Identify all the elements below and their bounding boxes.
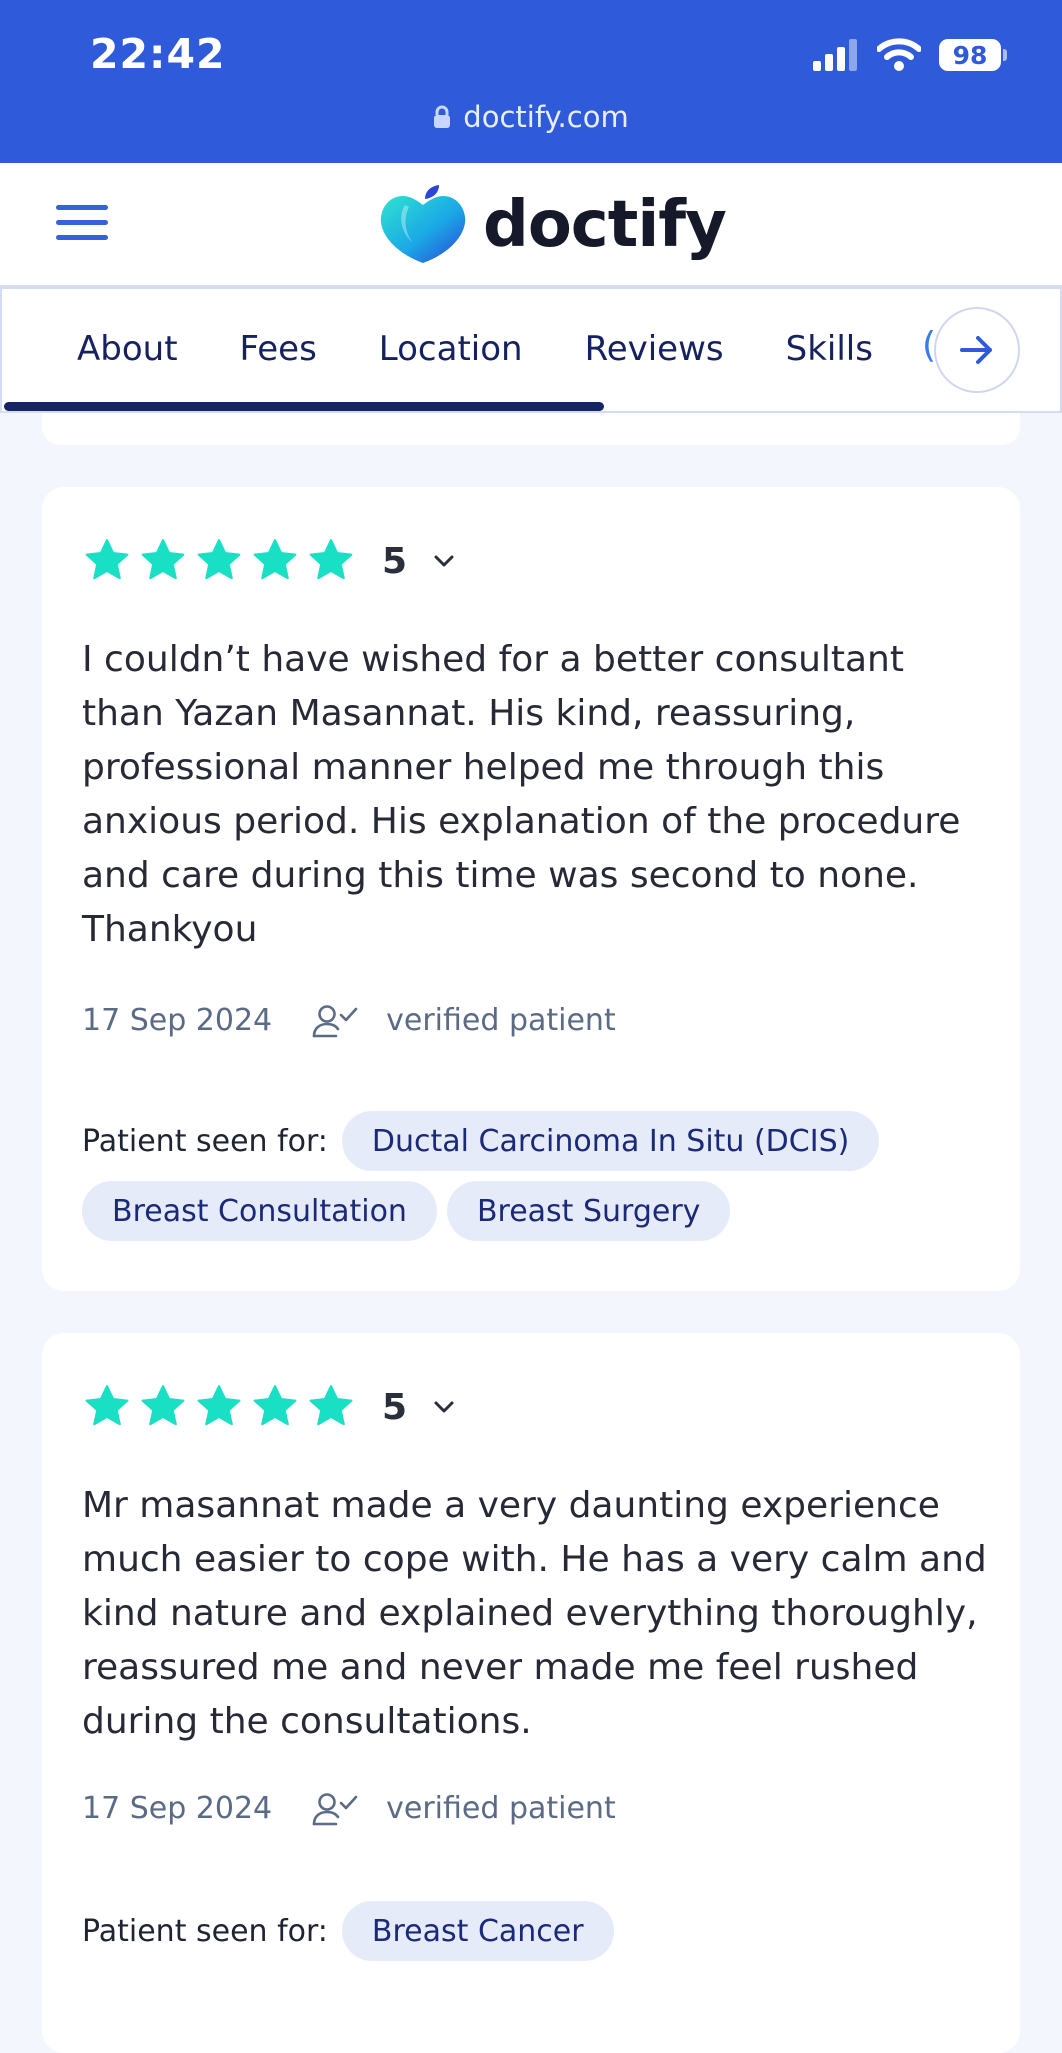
tab-reviews[interactable]: Reviews — [585, 329, 724, 369]
condition-chip[interactable]: Breast Surgery — [446, 1181, 731, 1241]
chevron-down-icon[interactable] — [433, 554, 455, 568]
brand-logo[interactable]: doctify — [375, 183, 727, 267]
tab-bar: About Fees Location Reviews Skills ( — [0, 287, 1062, 413]
condition-chip[interactable]: Breast Cancer — [341, 1901, 614, 1961]
rating-row[interactable]: 5 — [82, 537, 455, 585]
verified-label: verified patient — [386, 1791, 616, 1826]
verified-user-icon — [312, 1792, 358, 1825]
seen-for-label: Patient seen for: — [82, 1913, 328, 1949]
apple-heart-logo-icon — [380, 185, 466, 263]
review-meta: 17 Sep 2024 verified patient — [82, 1003, 616, 1038]
star-icon — [141, 1385, 185, 1426]
site-header: doctify — [0, 163, 1062, 287]
rating-value: 5 — [382, 540, 408, 582]
brand-name: doctify — [483, 188, 727, 262]
previous-review-card-edge — [42, 413, 1020, 445]
verified-user-icon — [312, 1004, 358, 1037]
star-icon — [85, 539, 129, 580]
rating-value: 5 — [382, 1386, 408, 1428]
tab-skills[interactable]: Skills — [786, 329, 873, 369]
status-time: 22:42 — [90, 30, 226, 78]
condition-chip[interactable]: Ductal Carcinoma In Situ (DCIS) — [341, 1111, 880, 1171]
hamburger-icon[interactable] — [56, 205, 108, 243]
rating-row[interactable]: 5 — [82, 1383, 455, 1431]
condition-chip[interactable]: Breast Consultation — [82, 1181, 437, 1241]
battery-level: 98 — [939, 39, 1001, 71]
star-icon — [197, 539, 241, 580]
review-date: 17 Sep 2024 — [82, 1791, 273, 1826]
status-bar: 22:42 98 doctify.com — [0, 0, 1062, 163]
star-icon — [253, 1385, 297, 1426]
active-tab-indicator — [4, 402, 604, 411]
patient-seen-for: Patient seen for: Breast Cancer — [82, 1901, 992, 1961]
review-date: 17 Sep 2024 — [82, 1003, 273, 1038]
review-meta: 17 Sep 2024 verified patient — [82, 1791, 616, 1826]
tab-fees[interactable]: Fees — [240, 329, 317, 369]
review-text: I couldn’t have wished for a better cons… — [82, 639, 961, 950]
verified-label: verified patient — [386, 1003, 616, 1038]
tab-about[interactable]: About — [77, 329, 178, 369]
star-icon — [141, 539, 185, 580]
url-text: doctify.com — [463, 100, 629, 134]
signal-icon — [813, 39, 857, 71]
wifi-icon — [877, 38, 921, 71]
tab-scroll-next-button[interactable] — [934, 307, 1020, 393]
tab-list: About Fees Location Reviews Skills — [77, 329, 873, 369]
arrow-right-icon — [960, 336, 992, 364]
star-icon — [85, 1385, 129, 1426]
star-icon — [253, 539, 297, 580]
status-icons: 98 — [813, 38, 1007, 72]
star-icon — [309, 539, 353, 580]
star-icon — [309, 1385, 353, 1426]
url-bar[interactable]: doctify.com — [0, 100, 1062, 134]
review-card: 5 I couldn’t have wished for a better co… — [42, 487, 1020, 1291]
review-text: Mr masannat made a very daunting experie… — [82, 1485, 987, 1742]
tab-location[interactable]: Location — [379, 329, 523, 369]
patient-seen-for: Patient seen for: Ductal Carcinoma In Si… — [82, 1111, 992, 1241]
star-icon — [197, 1385, 241, 1426]
lock-icon — [434, 105, 451, 128]
chevron-down-icon[interactable] — [433, 1400, 455, 1414]
seen-for-label: Patient seen for: — [82, 1123, 328, 1159]
battery-indicator: 98 — [939, 39, 1007, 71]
review-card: 5 Mr masannat made a very daunting exper… — [42, 1333, 1020, 2053]
